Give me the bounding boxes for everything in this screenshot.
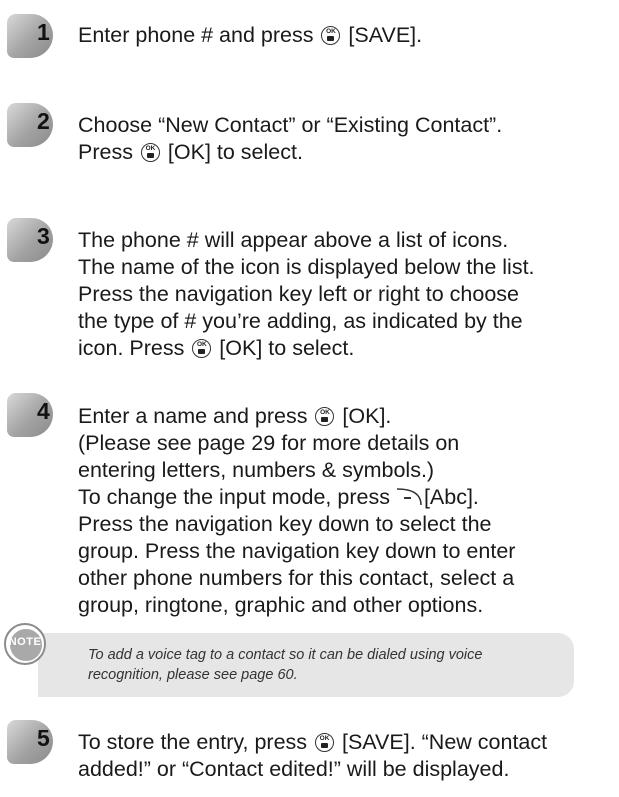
step-line: Press the navigation key left or right t… (78, 281, 613, 308)
step-number-badge: 5 (7, 720, 59, 768)
step-line-text: The name of the icon is displayed below … (78, 255, 535, 279)
step-number: 2 (37, 108, 50, 134)
step-number-badge: 2 (7, 103, 59, 151)
step-text: Enter a name and press OK [OK]. (Please s… (78, 403, 613, 619)
step-line-text: entering letters, numbers & symbols.) (78, 458, 435, 482)
step-line: Enter a name and press OK [OK]. (78, 403, 613, 430)
ok-key-icon: OK (192, 339, 212, 358)
step-line: Choose “New Contact” or “Existing Contac… (78, 112, 613, 139)
ok-key-label: OK (145, 145, 156, 152)
ok-key-icon: OK (315, 733, 335, 752)
note-icon-label: NOTE (8, 636, 42, 648)
step-line-text: The phone # will appear above a list of … (78, 228, 509, 252)
camera-icon (327, 36, 335, 41)
step-line-text: Enter a name and press (78, 404, 314, 428)
camera-icon (146, 153, 154, 158)
step-line-text: Enter phone # and press (78, 23, 320, 47)
step-number: 4 (37, 398, 50, 424)
step-line-text: group, ringtone, graphic and other optio… (78, 593, 484, 617)
step-line: group, ringtone, graphic and other optio… (78, 592, 613, 619)
step-line-text: [OK] to select. (161, 140, 303, 164)
note-callout: To add a voice tag to a contact so it ca… (0, 617, 619, 697)
step-line: (Please see page 29 for more details on (78, 430, 613, 457)
step-line: added!” or “Contact edited!” will be dis… (78, 756, 613, 783)
step-line-text: Choose “New Contact” or “Existing Contac… (78, 113, 503, 137)
step-line: icon. Press OK [OK] to select. (78, 335, 613, 362)
step-line: The name of the icon is displayed below … (78, 254, 613, 281)
step-line: To store the entry, press OK [SAVE]. “Ne… (78, 729, 613, 756)
ok-key-label: OK (320, 409, 330, 416)
step-line-text: [OK] to select. (213, 336, 355, 360)
ok-key-label: OK (196, 341, 207, 348)
step-line: Enter phone # and press OK [SAVE]. (78, 22, 613, 49)
step-number-badge: 4 (7, 393, 59, 441)
ok-key-label: OK (319, 735, 330, 742)
step-line-text: the type of # you’re adding, as indicate… (78, 309, 523, 333)
step-line-text: [SAVE]. “New contact (336, 730, 548, 754)
step-text: The phone # will appear above a list of … (78, 227, 613, 362)
step-line-text: Press (78, 140, 139, 164)
note-icon: NOTE (4, 623, 46, 665)
step-text: To store the entry, press OK [SAVE]. “Ne… (78, 729, 613, 783)
step-line-text: added!” or “Contact edited!” will be dis… (78, 757, 510, 781)
step-line: the type of # you’re adding, as indicate… (78, 308, 613, 335)
step-number-badge: 3 (7, 218, 59, 266)
step-line-text: To change the input mode, press (78, 485, 396, 509)
step-line-text: Press the navigation key left or right t… (78, 282, 519, 306)
note-line: To add a voice tag to a contact so it ca… (88, 647, 483, 663)
step-line-text: icon. Press (78, 336, 191, 360)
step-line-text: [SAVE]. (342, 23, 423, 47)
step-line: group. Press the navigation key down to … (78, 538, 613, 565)
camera-icon (321, 417, 329, 422)
step-line: Press OK [OK] to select. (78, 139, 613, 166)
step-number-badge: 1 (7, 14, 59, 62)
step-line-text: To store the entry, press (78, 730, 314, 754)
step-number: 1 (37, 19, 50, 45)
step-number: 3 (37, 223, 50, 249)
ok-key-icon: OK (140, 143, 160, 162)
step-line-text: [OK]. (336, 404, 392, 428)
step-line: other phone numbers for this contact, se… (78, 565, 613, 592)
step-line-text: other phone numbers for this contact, se… (78, 566, 515, 590)
step-number: 5 (37, 725, 50, 751)
note-line: recognition, please see page 60. (88, 667, 298, 683)
step-line: Press the navigation key down to select … (78, 511, 613, 538)
ok-key-icon: OK (321, 26, 341, 45)
ok-key-icon: OK (315, 407, 335, 426)
step-text: Choose “New Contact” or “Existing Contac… (78, 112, 613, 166)
step-line: The phone # will appear above a list of … (78, 227, 613, 254)
camera-icon (321, 743, 329, 748)
step-text: Enter phone # and press OK [SAVE]. (78, 22, 613, 49)
ok-key-label: OK (326, 28, 336, 35)
step-line-text: group. Press the navigation key down to … (78, 539, 516, 563)
note-text: To add a voice tag to a contact so it ca… (88, 645, 568, 685)
left-soft-key-icon (396, 488, 422, 506)
camera-icon (198, 349, 206, 354)
step-line-text: [Abc]. (423, 485, 479, 509)
step-line-text: Press the navigation key down to select … (78, 512, 492, 536)
step-line: entering letters, numbers & symbols.) (78, 457, 613, 484)
step-line: To change the input mode, press [Abc]. (78, 484, 613, 511)
note-box: To add a voice tag to a contact so it ca… (38, 633, 574, 697)
step-line-text: (Please see page 29 for more details on (78, 431, 460, 455)
